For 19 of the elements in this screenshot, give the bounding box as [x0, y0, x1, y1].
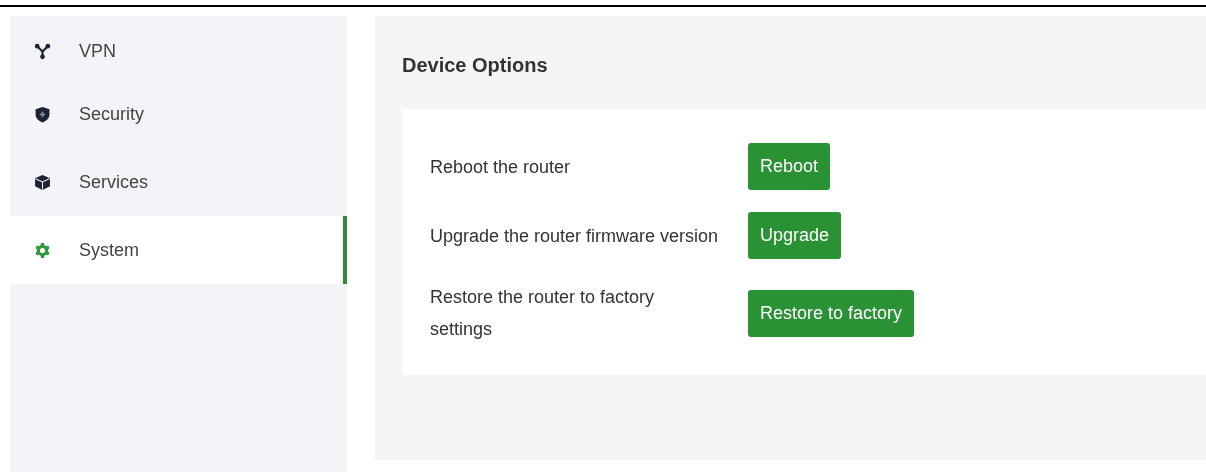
action-button[interactable]: Reboot	[748, 143, 831, 190]
sidebar-item[interactable]: VPN	[10, 22, 347, 80]
sidebar-label: Security	[79, 103, 145, 125]
option-label: Upgrade the router firmware version	[430, 224, 720, 248]
panel-title: Device Options	[402, 54, 549, 77]
sidebar-item[interactable]: System	[10, 216, 347, 284]
cube-icon	[34, 173, 51, 191]
sidebar-item[interactable]: Security	[10, 80, 347, 148]
action-button[interactable]: Restore to factory	[748, 289, 915, 337]
sidebar-label: VPN	[79, 40, 116, 62]
action-button[interactable]: Upgrade	[748, 212, 842, 259]
settings-icon	[34, 241, 51, 259]
sidebar-label: Services	[79, 171, 149, 193]
sidebar-item[interactable]: Services	[10, 148, 347, 216]
shield-icon	[34, 105, 51, 123]
sidebar-label: System	[79, 239, 139, 261]
option-label: Reboot the router	[430, 155, 572, 179]
network-icon	[34, 42, 51, 60]
option-label: Restore the router to factory settings	[430, 286, 656, 341]
